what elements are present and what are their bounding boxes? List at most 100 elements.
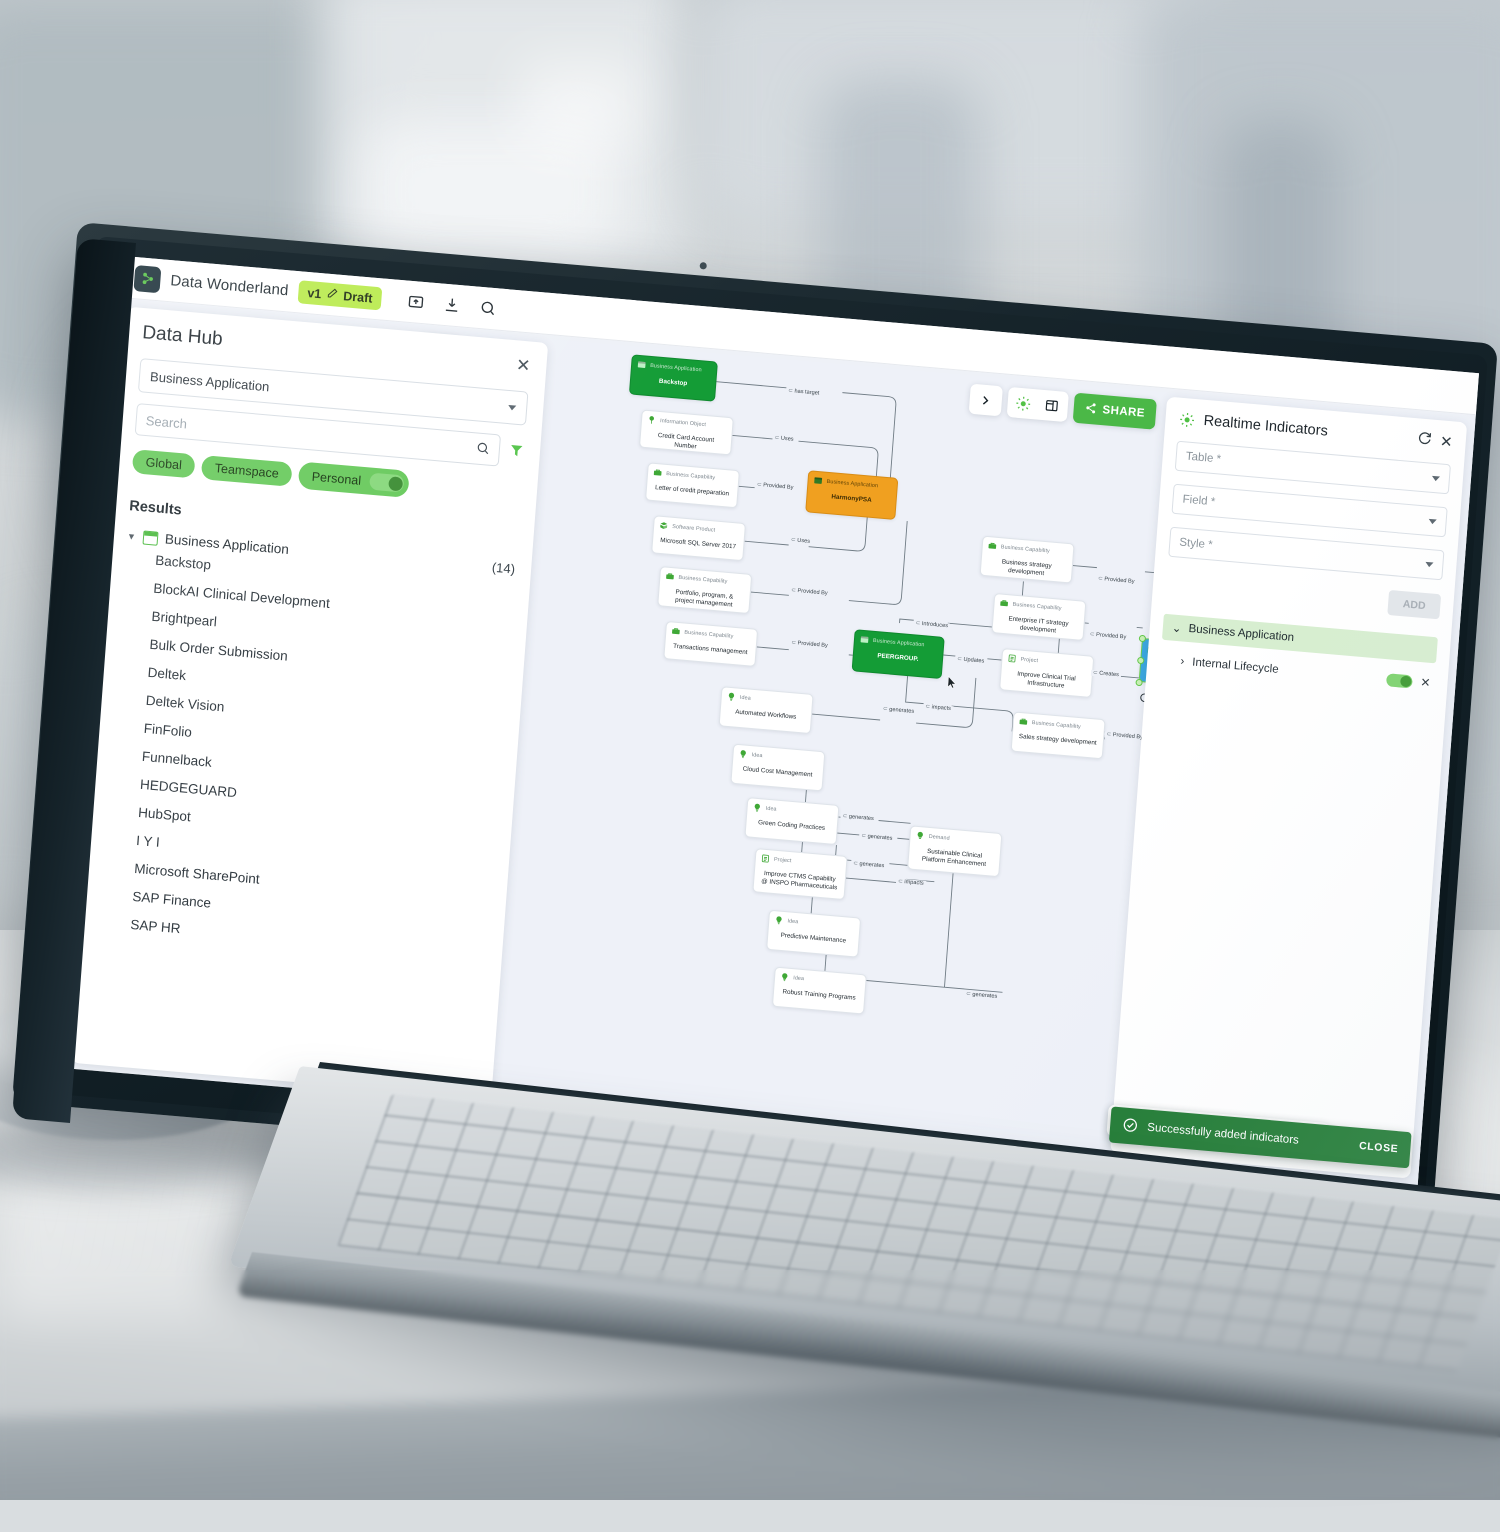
version-label: v1 — [307, 285, 322, 300]
diagram-node[interactable]: Business CapabilityPortfolio, program, &… — [657, 566, 752, 614]
diagram-node[interactable]: DemandSustainable Clinical Platform Enha… — [907, 825, 1002, 877]
toast-message: Successfully added indicators — [1147, 1122, 1351, 1152]
personal-toggle[interactable] — [369, 473, 404, 493]
table-select-label: Table * — [1185, 451, 1221, 466]
style-select-label: Style * — [1179, 537, 1213, 552]
tree-item-list[interactable]: BackstopBlockAI Clinical DevelopmentBrig… — [97, 543, 515, 969]
chevron-right-icon[interactable] — [973, 387, 999, 413]
laptop-screen: Data Wonderland v1 Draft — [63, 256, 1479, 1185]
data-hub-panel[interactable]: Data Hub ✕ Business Application — [71, 307, 548, 1099]
share-label: SHARE — [1102, 404, 1145, 420]
factsheet-type-icon — [860, 635, 870, 645]
diagram-node[interactable]: IdeaPredictive Maintenance — [766, 910, 861, 958]
factsheet-type-icon — [653, 468, 663, 478]
factsheet-type-icon — [647, 415, 657, 425]
close-icon[interactable]: ✕ — [515, 355, 531, 376]
chevron-down-icon — [1428, 518, 1436, 524]
canvas-toolbar-group-2[interactable] — [1006, 387, 1068, 422]
diagram-node[interactable]: Information ObjectCredit Card Account Nu… — [639, 409, 734, 455]
factsheet-type-icon — [637, 360, 647, 370]
diagram-node[interactable]: IdeaCloud Cost Management — [730, 744, 825, 792]
chevron-down-icon — [1432, 475, 1440, 481]
diagram-node[interactable]: Business CapabilityEnterprise IT strateg… — [991, 593, 1086, 641]
presentation-icon[interactable] — [405, 291, 427, 313]
top-bar-icon-group — [405, 291, 499, 319]
indicator-toggle[interactable] — [1386, 673, 1413, 688]
factsheet-type-icon — [659, 521, 669, 531]
toast-close-button[interactable]: CLOSE — [1359, 1140, 1399, 1155]
factsheet-type-icon — [1007, 654, 1017, 664]
node-type-label: Idea — [787, 918, 798, 925]
factsheet-type-value: Business Application — [150, 369, 270, 394]
chip-personal[interactable]: Personal — [298, 461, 410, 498]
laptop: Data Wonderland v1 Draft — [0, 0, 1500, 1500]
close-icon[interactable]: ✕ — [1439, 432, 1453, 451]
layers-panel-icon[interactable] — [1039, 393, 1065, 419]
refresh-icon[interactable] — [1417, 430, 1432, 449]
factsheet-type-icon — [671, 626, 681, 636]
node-type-label: Idea — [766, 805, 777, 812]
edit-pencil-icon[interactable] — [326, 287, 339, 303]
filter-icon[interactable] — [508, 442, 524, 461]
diagram-node[interactable]: Business ApplicationBackstop — [629, 354, 718, 401]
factsheet-type-icon — [915, 831, 925, 841]
factsheet-type-icon — [1019, 717, 1029, 727]
draft-label: Draft — [343, 289, 373, 306]
diagram-node[interactable]: Business CapabilityTransactions manageme… — [663, 621, 758, 667]
style-select[interactable]: Style * — [1168, 527, 1444, 581]
close-icon[interactable]: ✕ — [1420, 675, 1431, 690]
realtime-indicators-panel[interactable]: Realtime Indicators ✕ Table * Field * St… — [1110, 397, 1467, 1179]
mouse-cursor-icon — [947, 676, 957, 690]
chip-global[interactable]: Global — [132, 449, 196, 478]
webcam-icon — [699, 262, 707, 270]
search-icon[interactable] — [477, 297, 499, 319]
add-indicator-button[interactable]: ADD — [1387, 590, 1441, 619]
tree-root-count: (14) — [491, 560, 515, 577]
factsheet-type-icon — [999, 599, 1009, 609]
factsheet-type-icon — [752, 803, 762, 813]
field-select-label: Field * — [1182, 494, 1216, 509]
page-title: Data Hub — [142, 322, 224, 351]
factsheet-type-icon — [774, 915, 784, 925]
canvas-toolbar-group[interactable] — [968, 384, 1002, 417]
realtime-indicators-icon — [1178, 410, 1196, 428]
diagram-node[interactable]: IdeaGreen Coding Practices — [744, 797, 839, 845]
factsheet-type-icon — [738, 749, 748, 759]
chevron-down-icon[interactable]: ⌄ — [1171, 620, 1182, 635]
diagram-node[interactable]: ProjectImprove CTMS Capability @ INSPO P… — [752, 848, 847, 900]
diagram-node[interactable]: Business CapabilitySales strategy develo… — [1011, 711, 1106, 759]
factsheet-type-icon — [988, 541, 998, 551]
diagram-node[interactable]: IdeaAutomated Workflows — [719, 686, 814, 734]
app-logo-icon[interactable] — [133, 265, 161, 293]
search-icon[interactable] — [475, 440, 490, 458]
diagram-node[interactable]: Business CapabilityBusiness strategy dev… — [980, 536, 1075, 584]
document-title[interactable]: Data Wonderland — [170, 272, 289, 299]
diagram-node[interactable]: ProjectImprove Clinical Trial Infrastruc… — [999, 648, 1094, 698]
factsheet-type-icon — [780, 972, 790, 982]
node-type-label: Idea — [751, 752, 762, 759]
share-icon — [1084, 401, 1097, 417]
realtime-indicators-icon[interactable] — [1011, 390, 1037, 416]
triangle-down-icon[interactable]: ▼ — [127, 531, 137, 542]
diagram-node[interactable]: Business ApplicationHarmonyPSA — [805, 470, 898, 520]
chip-personal-label: Personal — [311, 469, 361, 487]
chevron-down-icon — [508, 404, 516, 410]
status-badge[interactable]: v1 Draft — [298, 280, 383, 310]
chevron-right-icon[interactable]: › — [1180, 655, 1185, 667]
factsheet-type-icon — [761, 854, 771, 864]
diagram-node[interactable]: IdeaRobust Training Programs — [772, 967, 867, 1015]
diagram-node[interactable]: Software ProductMicrosoft SQL Server 201… — [651, 515, 746, 561]
diagram-node[interactable]: Business ApplicationPEERGROUP. — [852, 629, 945, 679]
table-select[interactable]: Table * — [1175, 441, 1451, 495]
application-window: Data Wonderland v1 Draft — [63, 256, 1479, 1185]
factsheet-type-icon — [665, 572, 675, 582]
chip-teamspace[interactable]: Teamspace — [201, 455, 293, 487]
diagram-node[interactable]: Business CapabilityLetter of credit prep… — [645, 462, 740, 508]
download-icon[interactable] — [441, 294, 463, 316]
node-type-label: Idea — [793, 975, 804, 982]
field-select[interactable]: Field * — [1171, 484, 1447, 538]
node-type-label: Project — [1020, 656, 1038, 664]
search-input[interactable] — [145, 412, 439, 452]
factsheet-icon — [142, 530, 158, 545]
results-tree[interactable]: ▼ Business Application (14) BackstopBloc… — [97, 528, 516, 969]
